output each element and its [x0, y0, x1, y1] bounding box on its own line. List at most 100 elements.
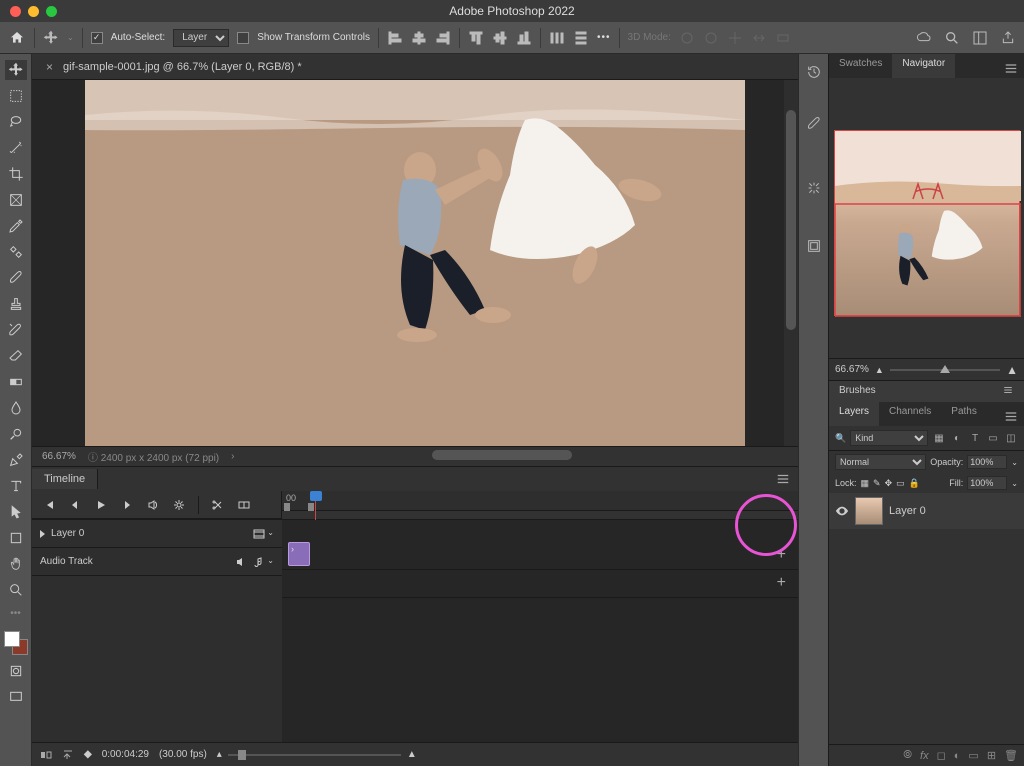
distribute-h-icon[interactable]	[549, 30, 565, 46]
scrollbar-thumb[interactable]	[432, 450, 572, 460]
home-icon[interactable]	[8, 30, 26, 46]
dropdown-icon[interactable]: ⌄	[1011, 458, 1018, 467]
scrollbar-thumb[interactable]	[786, 110, 796, 330]
move-tool-icon[interactable]	[43, 30, 59, 46]
path-select-tool[interactable]	[5, 502, 27, 522]
marquee-tool[interactable]	[5, 86, 27, 106]
opacity-value[interactable]: 100%	[967, 455, 1007, 469]
type-tool[interactable]	[5, 476, 27, 496]
adjustment-icon[interactable]: ◐	[954, 750, 961, 762]
expand-icon[interactable]	[40, 530, 45, 538]
dodge-tool[interactable]	[5, 424, 27, 444]
eyedropper-tool[interactable]	[5, 216, 27, 236]
navigator-thumbnail[interactable]	[834, 130, 1020, 316]
toggle-onion-icon[interactable]	[40, 749, 52, 761]
align-left-icon[interactable]	[387, 30, 403, 46]
more-tools-icon[interactable]: •••	[10, 608, 21, 619]
filter-shape-icon[interactable]: ▭	[986, 431, 1000, 445]
heal-tool[interactable]	[5, 242, 27, 262]
libraries-icon[interactable]	[806, 238, 822, 254]
canvas-area[interactable]	[32, 80, 798, 446]
dropdown-icon[interactable]: ⌄	[267, 556, 274, 568]
lock-transparency-icon[interactable]: ▦	[861, 478, 870, 489]
cloud-icon[interactable]	[916, 30, 932, 46]
transform-checkbox[interactable]	[237, 32, 249, 44]
auto-select-checkbox[interactable]	[91, 32, 103, 44]
fill-value[interactable]: 100%	[967, 476, 1007, 490]
quickmask-tool[interactable]	[5, 661, 27, 681]
zoom-slider-thumb[interactable]	[238, 750, 246, 760]
layer-item[interactable]: Layer 0	[829, 493, 1024, 529]
layer-thumbnail[interactable]	[855, 497, 883, 525]
align-middle-icon[interactable]	[492, 30, 508, 46]
crop-tool[interactable]	[5, 164, 27, 184]
audio-icon[interactable]	[235, 556, 247, 568]
panel-menu-icon[interactable]	[1004, 407, 1018, 426]
link-layers-icon[interactable]: ⦾	[903, 749, 912, 762]
hand-tool[interactable]	[5, 554, 27, 574]
stamp-tool[interactable]	[5, 294, 27, 314]
history-icon[interactable]	[806, 64, 822, 80]
split-button[interactable]	[207, 495, 229, 515]
panel-menu-icon[interactable]	[776, 472, 790, 486]
eraser-tool[interactable]	[5, 346, 27, 366]
group-icon[interactable]: ▭	[968, 749, 978, 762]
pen-tool[interactable]	[5, 450, 27, 470]
playhead[interactable]	[310, 491, 322, 501]
new-layer-icon[interactable]: ⊞	[987, 749, 996, 762]
shape-tool[interactable]	[5, 528, 27, 548]
align-right-icon[interactable]	[435, 30, 451, 46]
foreground-color[interactable]	[4, 631, 20, 647]
canvas[interactable]	[85, 80, 745, 446]
visibility-icon[interactable]	[835, 504, 849, 518]
brush-panel-icon[interactable]	[806, 116, 822, 132]
zoom-in-icon[interactable]: ▲	[407, 749, 417, 760]
gradient-tool[interactable]	[5, 372, 27, 392]
wand-tool[interactable]	[5, 138, 27, 158]
panel-menu-icon[interactable]	[1002, 385, 1014, 395]
note-icon[interactable]	[251, 556, 263, 568]
lock-paint-icon[interactable]: ✎	[873, 478, 881, 489]
zoom-in-icon[interactable]: ▲	[1006, 363, 1018, 377]
swatches-tab[interactable]: Swatches	[829, 54, 892, 78]
lasso-tool[interactable]	[5, 112, 27, 132]
blend-mode-select[interactable]: Normal	[835, 454, 926, 470]
brush-tool[interactable]	[5, 268, 27, 288]
channels-tab[interactable]: Channels	[879, 402, 941, 426]
trash-icon[interactable]: 🗑	[1004, 749, 1018, 762]
timeline-tab[interactable]: Timeline	[32, 469, 98, 489]
filter-smart-icon[interactable]: ◫	[1004, 431, 1018, 445]
nav-zoom-thumb[interactable]	[940, 365, 950, 373]
mute-button[interactable]	[142, 495, 164, 515]
layer-group-select[interactable]: Layer	[173, 29, 229, 47]
filmstrip-icon[interactable]	[253, 528, 265, 540]
dropdown-icon[interactable]: ⌄	[267, 528, 274, 540]
lock-position-icon[interactable]: ✥	[885, 478, 893, 489]
move-tool[interactable]	[5, 60, 27, 80]
transition-button[interactable]	[233, 495, 255, 515]
navigator-tab[interactable]: Navigator	[892, 54, 955, 78]
vertical-scrollbar[interactable]	[784, 80, 798, 446]
tab-close-icon[interactable]: ×	[46, 60, 53, 74]
layer-track-header[interactable]: Layer 0 ⌄	[32, 520, 282, 548]
horizontal-scrollbar[interactable]	[412, 450, 784, 460]
filter-image-icon[interactable]: ▦	[932, 431, 946, 445]
blur-tool[interactable]	[5, 398, 27, 418]
status-arrow-icon[interactable]: ›	[231, 451, 234, 462]
timeline-zoom[interactable]: ▴ ▲	[217, 749, 417, 760]
zoom-tool[interactable]	[5, 580, 27, 600]
zoom-level[interactable]: 66.67%	[42, 451, 76, 462]
keyframe-icon[interactable]: ◆	[84, 749, 92, 760]
adjustments-icon[interactable]	[806, 180, 822, 196]
frame-tool[interactable]	[5, 190, 27, 210]
work-area-end[interactable]	[308, 503, 314, 511]
align-center-h-icon[interactable]	[411, 30, 427, 46]
add-audio-button[interactable]: +	[777, 574, 786, 592]
history-brush-tool[interactable]	[5, 320, 27, 340]
timeline-ruler[interactable]: 00	[282, 491, 798, 511]
zoom-out-icon[interactable]: ▲	[875, 365, 884, 375]
play-button[interactable]	[90, 495, 112, 515]
distribute-v-icon[interactable]	[573, 30, 589, 46]
color-swatches[interactable]	[4, 631, 28, 655]
nav-zoom-value[interactable]: 66.67%	[835, 364, 869, 375]
